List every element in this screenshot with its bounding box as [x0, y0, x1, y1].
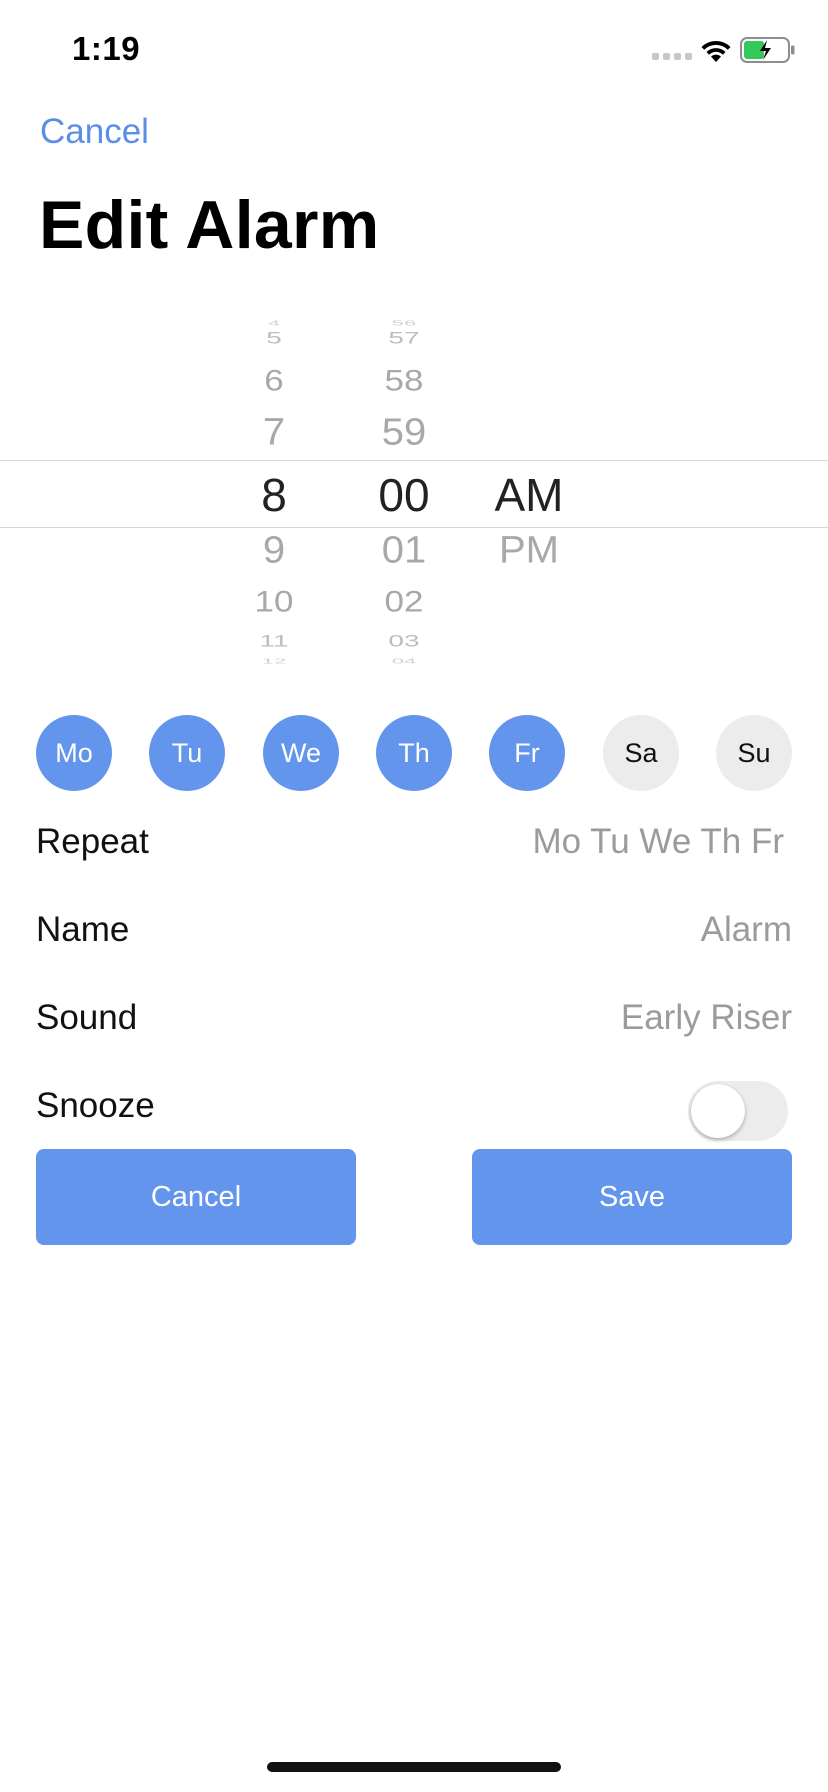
home-indicator	[267, 1762, 561, 1772]
hour-option[interactable]: 10	[214, 585, 334, 619]
day-toggle-we[interactable]: We	[263, 715, 339, 791]
name-label: Name	[36, 910, 130, 949]
repeat-label: Repeat	[36, 822, 149, 861]
signal-icon	[652, 53, 692, 60]
minute-option[interactable]: 58	[344, 364, 464, 398]
minute-option[interactable]: 01	[344, 529, 464, 572]
save-button[interactable]: Save	[472, 1149, 792, 1245]
minute-option[interactable]: 56	[344, 318, 464, 327]
day-toggle-sa[interactable]: Sa	[603, 715, 679, 791]
snooze-row: Snooze	[36, 1076, 792, 1141]
snooze-label: Snooze	[36, 1086, 155, 1125]
minute-option[interactable]: 02	[344, 585, 464, 619]
hour-option[interactable]: 9	[214, 529, 334, 572]
day-selector: Mo Tu We Th Fr Sa Su	[36, 715, 792, 791]
sound-row[interactable]: Sound Early Riser	[36, 988, 792, 1048]
day-toggle-fr[interactable]: Fr	[489, 715, 565, 791]
hour-selected[interactable]: 8	[214, 468, 334, 522]
minute-option[interactable]: 03	[344, 631, 464, 650]
minute-option[interactable]: 04	[344, 656, 464, 665]
name-row[interactable]: Name Alarm	[36, 900, 792, 960]
page-title: Edit Alarm	[39, 187, 380, 263]
nav-cancel-button[interactable]: Cancel	[40, 112, 149, 152]
repeat-row[interactable]: Repeat Mo Tu We Th Fr	[36, 812, 792, 872]
hour-option[interactable]: 4	[214, 318, 334, 327]
repeat-value: Mo Tu We Th Fr	[532, 822, 784, 861]
minute-option[interactable]: 57	[344, 328, 464, 347]
battery-charging-icon	[740, 37, 795, 63]
time-picker[interactable]: 4 5 6 7 8 9 10 11 12 56 57 58 59 00 01 0…	[0, 310, 828, 672]
day-toggle-su[interactable]: Su	[716, 715, 792, 791]
hour-option[interactable]: 5	[214, 328, 334, 347]
sound-value: Early Riser	[620, 998, 792, 1037]
hour-option[interactable]: 12	[214, 656, 334, 665]
day-toggle-tu[interactable]: Tu	[149, 715, 225, 791]
sound-label: Sound	[36, 998, 138, 1037]
wifi-icon	[701, 40, 731, 62]
toggle-knob	[691, 1084, 745, 1138]
hour-option[interactable]: 11	[214, 631, 334, 650]
status-bar: 1:19	[0, 0, 828, 100]
cancel-button[interactable]: Cancel	[36, 1149, 356, 1245]
name-value: Alarm	[700, 910, 792, 949]
status-time: 1:19	[72, 30, 141, 67]
minute-selected[interactable]: 00	[344, 468, 464, 522]
hour-option[interactable]: 7	[214, 411, 334, 454]
minute-option[interactable]: 59	[344, 411, 464, 454]
day-toggle-th[interactable]: Th	[376, 715, 452, 791]
period-option[interactable]: PM	[469, 529, 589, 572]
day-toggle-mo[interactable]: Mo	[36, 715, 112, 791]
hour-option[interactable]: 6	[214, 364, 334, 398]
snooze-toggle[interactable]	[688, 1081, 788, 1141]
period-selected[interactable]: AM	[469, 468, 589, 522]
